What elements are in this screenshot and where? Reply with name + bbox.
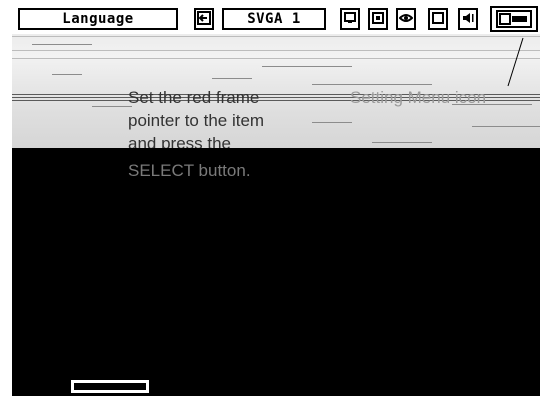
instruction-panel: Set the red frame pointer to the item an…	[12, 34, 540, 148]
menu-bar: Language SVGA 1	[0, 0, 552, 34]
sound-button[interactable]	[458, 8, 478, 30]
black-screen-area: SELECT button.	[12, 148, 540, 396]
display-mode-button[interactable]: SVGA 1	[222, 8, 326, 30]
pc-adjust-button[interactable]	[340, 8, 360, 30]
callout-pointer-line	[507, 37, 524, 87]
image-select-button[interactable]	[368, 8, 388, 30]
setting-button[interactable]	[496, 10, 532, 28]
image-adjust-button[interactable]	[396, 8, 416, 30]
display-mode-label: SVGA 1	[247, 11, 301, 27]
instruction-line-4: SELECT button.	[128, 161, 251, 180]
language-button[interactable]: Language	[18, 8, 178, 30]
exit-button[interactable]	[194, 8, 214, 30]
screen-button[interactable]	[428, 8, 448, 30]
status-bar-indicator	[71, 380, 149, 393]
language-label: Language	[62, 11, 134, 27]
